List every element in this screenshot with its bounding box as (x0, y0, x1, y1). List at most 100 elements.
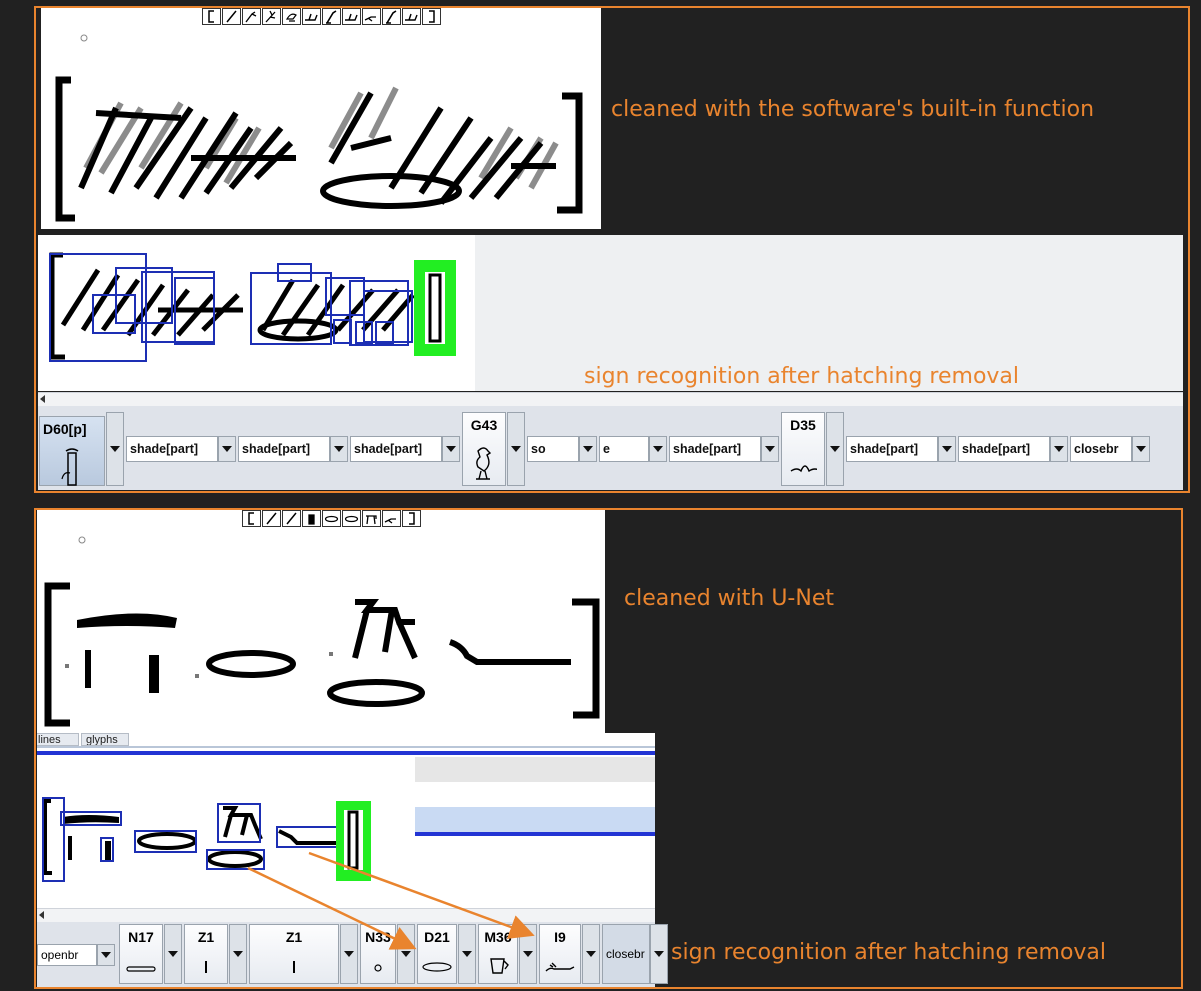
chevron-down-icon (1136, 446, 1146, 452)
annotation-select[interactable]: closebr (1070, 436, 1132, 462)
dropdown-button[interactable] (340, 924, 358, 984)
annotation-select[interactable]: shade[part] (238, 436, 330, 462)
annotation-select-label: shade[part] (673, 442, 742, 456)
sign-cell-i9[interactable]: I9 (539, 924, 581, 984)
annotation-select-label: e (603, 442, 610, 456)
openbr-select[interactable]: openbr (37, 944, 97, 966)
dropdown-button[interactable] (442, 436, 460, 462)
dropdown-button[interactable] (97, 944, 115, 966)
sign-code: Z1 (197, 929, 215, 945)
land-strip-icon (126, 966, 156, 972)
annotation-select-label: shade[part] (354, 442, 423, 456)
dropdown-button[interactable] (507, 412, 525, 486)
chevron-down-icon (765, 446, 775, 452)
dropdown-button[interactable] (397, 924, 415, 984)
chevron-down-icon (654, 951, 664, 957)
bottom-sign-strip: openbr N17 Z1 Z1 N33 D21 M36 I9 closebr (37, 922, 668, 987)
chevron-down-icon (1054, 446, 1064, 452)
dropdown-button[interactable] (761, 436, 779, 462)
dropdown-button[interactable] (649, 436, 667, 462)
annotation-select[interactable]: e (599, 436, 649, 462)
dropdown-button[interactable] (229, 924, 247, 984)
dropdown-button[interactable] (458, 924, 476, 984)
stroke-icon (205, 961, 207, 973)
chevron-down-icon (233, 951, 243, 957)
dropdown-button[interactable] (1132, 436, 1150, 462)
chevron-down-icon (101, 952, 111, 958)
annotation-select-label: closebr (1074, 442, 1119, 456)
dropdown-button[interactable] (650, 924, 668, 984)
chevron-down-icon (942, 446, 952, 452)
annotation-select-label: shade[part] (242, 442, 311, 456)
dropdown-button[interactable] (826, 412, 844, 486)
sign-cell-d35[interactable]: D35 (781, 412, 825, 486)
chevron-down-icon (168, 951, 178, 957)
chevron-down-icon (344, 951, 354, 957)
sign-cell-g43[interactable]: G43 (462, 412, 506, 486)
vase-water-icon (61, 448, 79, 486)
chevron-down-icon (222, 446, 232, 452)
chevron-down-icon (586, 951, 596, 957)
annotation-select-label: shade[part] (962, 442, 1031, 456)
annotation-select[interactable]: so (527, 436, 579, 462)
bottom-horizontal-scrollbar[interactable] (37, 908, 655, 923)
dropdown-button[interactable] (938, 436, 956, 462)
dropdown-button[interactable] (330, 436, 348, 462)
annotation-select[interactable]: shade[part] (669, 436, 761, 462)
top-recognition-image (49, 252, 456, 362)
sign-code: D60[p] (43, 421, 87, 437)
annotation-select[interactable]: shade[part] (958, 436, 1050, 462)
bottom-cleaned-image (44, 536, 600, 727)
sign-cell-n17[interactable]: N17 (119, 924, 163, 984)
scroll-left-arrow-icon[interactable] (39, 911, 44, 919)
sign-cell-z1[interactable]: Z1 (184, 924, 228, 984)
mouth-icon (422, 962, 452, 972)
sign-code: G43 (470, 417, 498, 433)
chevron-down-icon (830, 446, 840, 452)
scroll-left-arrow-icon[interactable] (40, 395, 45, 403)
caption-bottom-cleaned: cleaned with U-Net (624, 586, 834, 611)
chevron-down-icon (110, 446, 120, 452)
sign-code: D35 (790, 417, 816, 433)
bottom-recognition-view: lines glyphs (37, 733, 655, 925)
dropdown-button[interactable] (1050, 436, 1068, 462)
chevron-down-icon (653, 446, 663, 452)
chevron-down-icon (511, 446, 521, 452)
annotation-select[interactable]: shade[part] (350, 436, 442, 462)
dropdown-button[interactable] (106, 412, 124, 486)
dropdown-button[interactable] (579, 436, 597, 462)
top-cleaned-image (55, 34, 583, 222)
arms-negation-icon (790, 465, 817, 473)
closebr-select[interactable]: closebr (602, 924, 650, 984)
grain-icon (374, 964, 382, 972)
sign-code: I9 (554, 929, 566, 945)
sign-cell-n33[interactable]: N33 (360, 924, 396, 984)
top-horizontal-scrollbar[interactable] (38, 392, 1183, 407)
annotation-select[interactable]: shade[part] (126, 436, 218, 462)
annotation-select-label: so (531, 442, 546, 456)
dropdown-button[interactable] (164, 924, 182, 984)
dropdown-button[interactable] (582, 924, 600, 984)
sign-cell-d60p[interactable]: D60[p] (39, 416, 105, 486)
annotation-select-label: shade[part] (130, 442, 199, 456)
sign-cell-d21[interactable]: D21 (417, 924, 457, 984)
stroke-icon (293, 961, 295, 973)
sign-cell-m36[interactable]: M36 (478, 924, 518, 984)
horned-viper-icon (545, 962, 575, 972)
sign-code: N33 (365, 929, 391, 945)
bottom-recognition-image (42, 797, 371, 882)
annotation-select[interactable]: shade[part] (846, 436, 938, 462)
chevron-down-icon (583, 446, 593, 452)
sign-code: Z1 (285, 929, 303, 945)
chevron-down-icon (446, 446, 456, 452)
caption-top-recognition: sign recognition after hatching removal (584, 364, 1020, 389)
sign-code: D21 (424, 929, 450, 945)
quail-chick-icon (476, 447, 492, 480)
sign-cell-z1[interactable]: Z1 (249, 924, 339, 984)
sign-code: N17 (128, 929, 154, 945)
chevron-down-icon (462, 951, 472, 957)
caption-bottom-recognition: sign recognition after hatching removal (671, 940, 1107, 965)
dropdown-button[interactable] (519, 924, 537, 984)
dropdown-button[interactable] (218, 436, 236, 462)
top-cleaned-view (41, 8, 601, 229)
